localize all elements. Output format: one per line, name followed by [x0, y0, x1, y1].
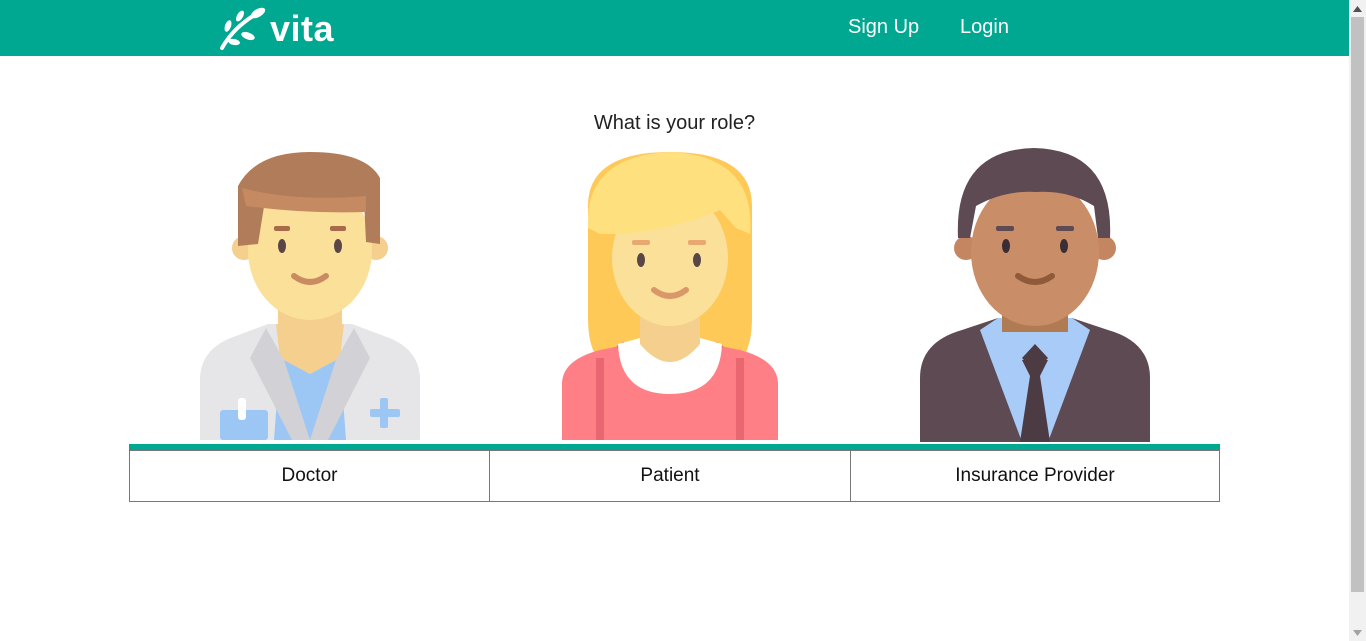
scrollbar-thumb[interactable]	[1351, 17, 1364, 592]
patient-avatar-icon	[562, 152, 778, 440]
patient-role-label: Patient	[640, 465, 700, 486]
doctor-role-button[interactable]: Doctor	[129, 450, 490, 502]
doctor-role-label: Doctor	[281, 465, 338, 486]
top-navbar: vita Sign Up Login	[0, 0, 1349, 56]
leaf-logo-icon	[220, 7, 266, 50]
signup-link[interactable]: Sign Up	[848, 16, 919, 39]
patient-role-button[interactable]: Patient	[489, 450, 851, 502]
scroll-up-arrow-icon[interactable]	[1349, 0, 1366, 17]
insurance-provider-role-label: Insurance Provider	[955, 465, 1115, 486]
scroll-down-arrow-icon[interactable]	[1349, 624, 1366, 641]
brand-name: vita	[270, 8, 335, 49]
brand-logo[interactable]: vita	[218, 6, 334, 52]
role-question: What is your role?	[593, 112, 756, 134]
vertical-scrollbar[interactable]	[1349, 0, 1366, 641]
insurance-provider-role-button[interactable]: Insurance Provider	[850, 450, 1220, 502]
login-link[interactable]: Login	[960, 16, 1009, 39]
insurance-provider-avatar-icon	[920, 148, 1150, 442]
doctor-avatar-icon	[200, 152, 420, 440]
